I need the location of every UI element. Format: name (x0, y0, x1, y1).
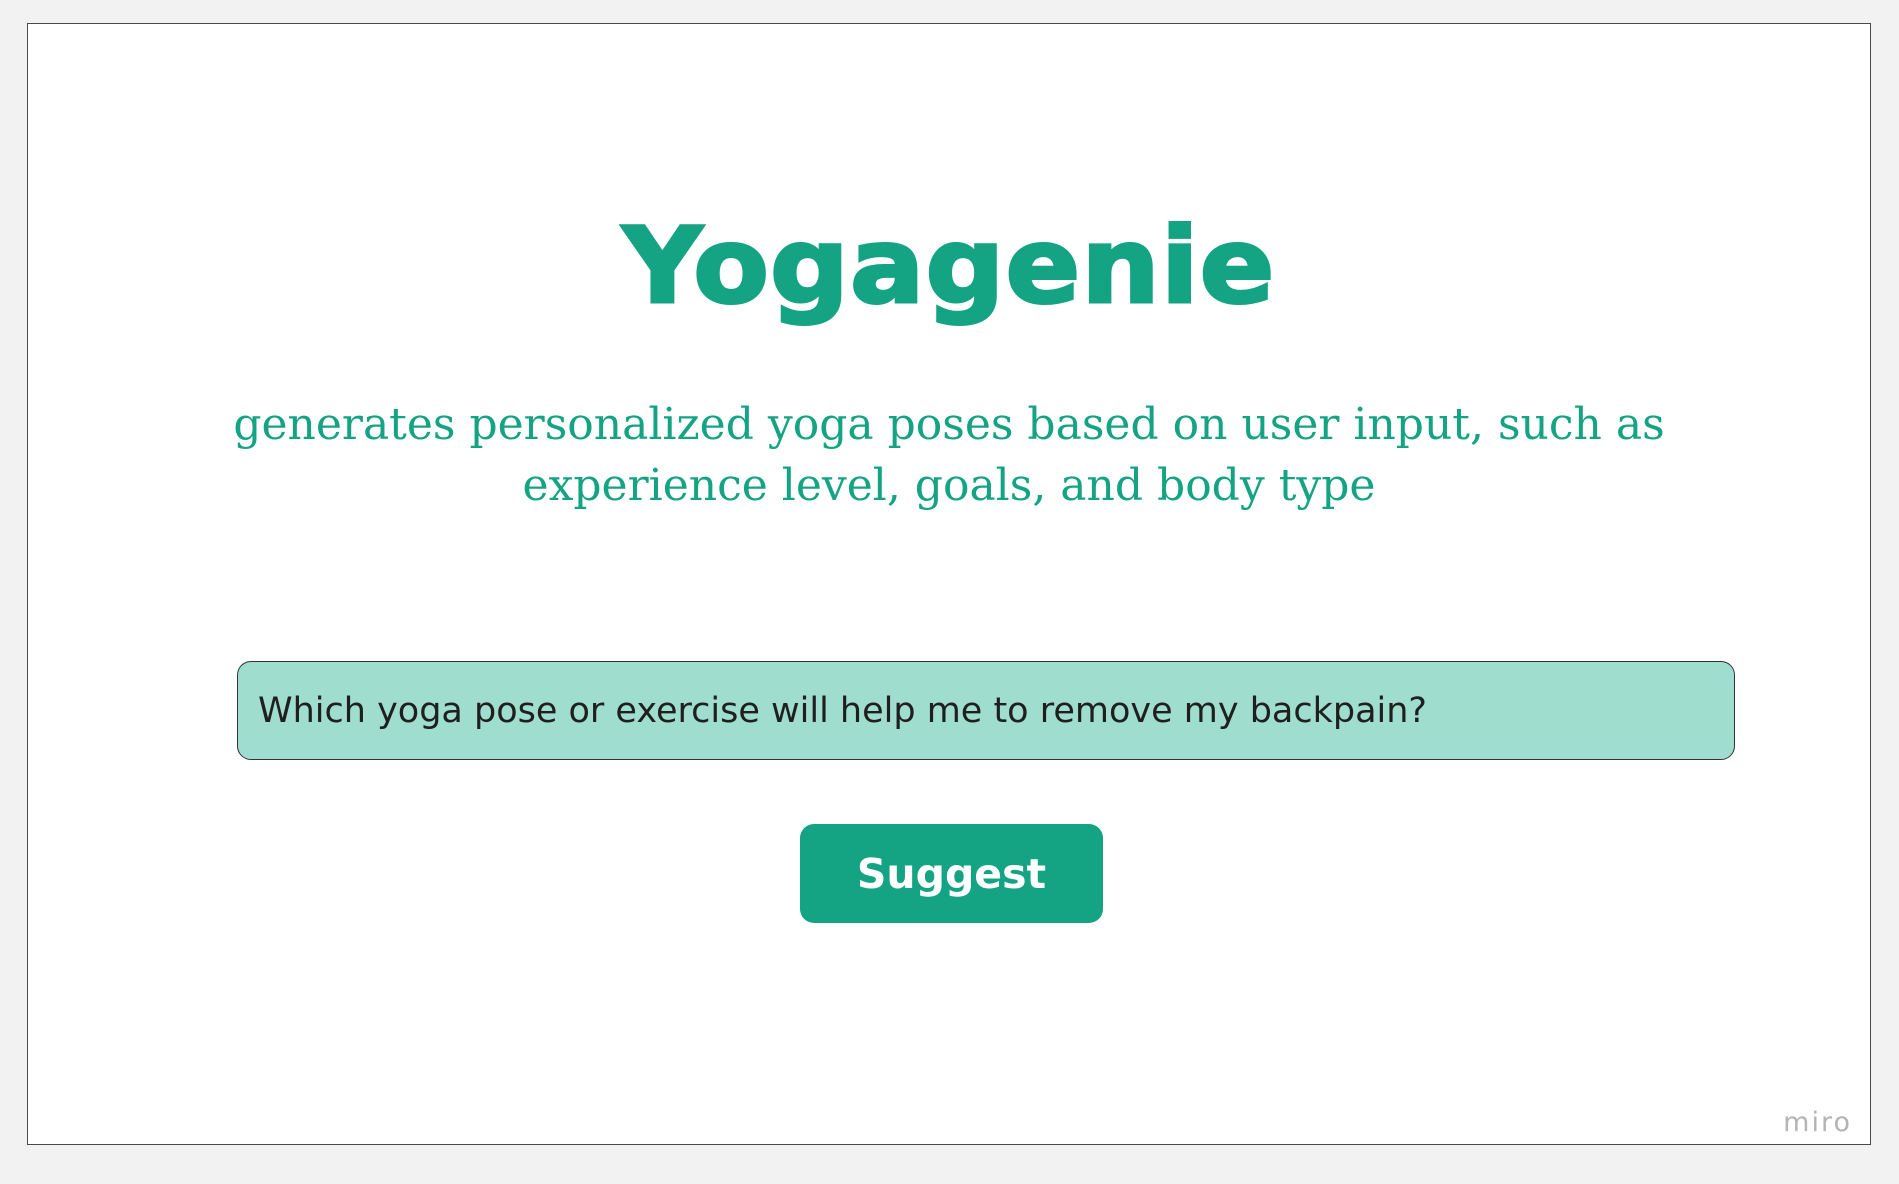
tagline-line-1: generates personalized yoga poses based … (233, 399, 1665, 450)
app-tagline: generates personalized yoga poses based … (28, 394, 1870, 516)
miro-watermark: miro (1783, 1107, 1852, 1138)
question-input[interactable] (237, 661, 1735, 760)
app-title: Yogagenie (621, 205, 1276, 327)
tagline-line-2: experience level, goals, and body type (522, 460, 1376, 511)
board-frame: Yogagenie generates personalized yoga po… (27, 23, 1871, 1145)
suggest-button[interactable]: Suggest (800, 824, 1103, 923)
